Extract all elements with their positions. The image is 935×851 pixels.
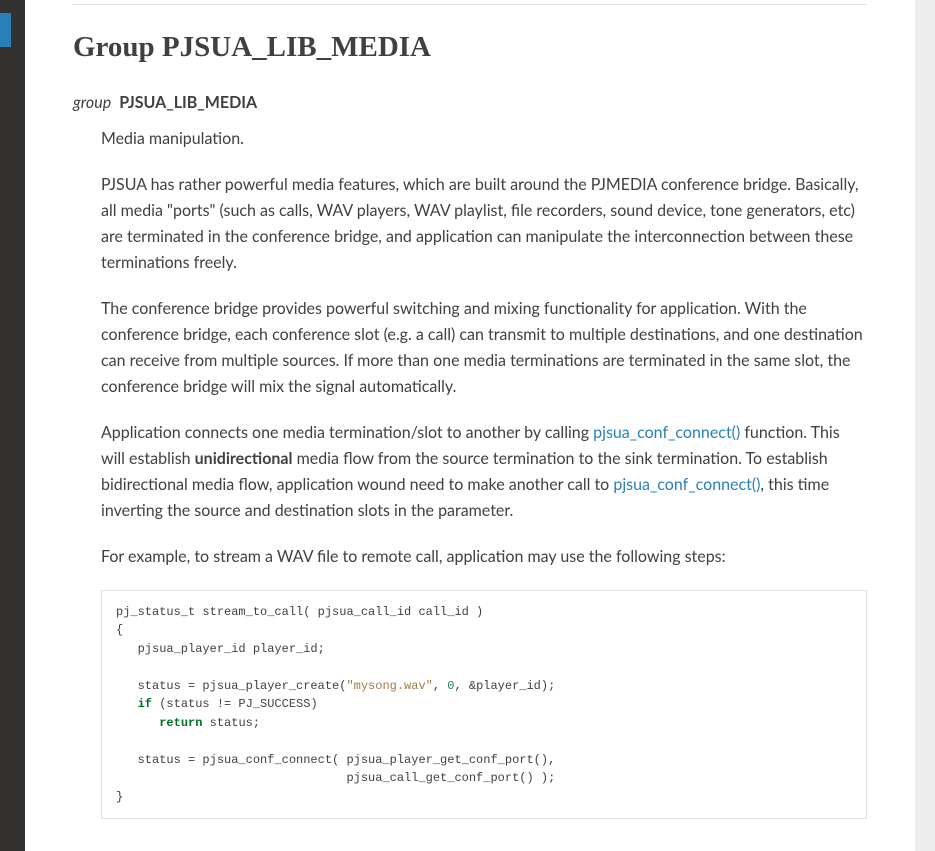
short-description: Media manipulation. [101,126,867,152]
code-line-5a: status = pjsua_player_create( [116,679,346,693]
code-block: pj_status_t stream_to_call( pjsua_call_i… [101,590,867,820]
paragraph-2: The conference bridge provides powerful … [101,296,867,400]
signature-keyword: group [73,93,111,112]
code-line-5c: , &player_id); [454,679,555,693]
code-line-11: } [116,790,123,804]
code-line-3: pjsua_player_id player_id; [116,642,325,656]
code-keyword-if: if [138,697,152,711]
main-content: Group PJSUA_LIB_MEDIA group PJSUA_LIB_ME… [25,0,915,819]
signature-name: PJSUA_LIB_MEDIA [119,93,257,112]
code-string-literal: "mysong.wav" [346,679,432,693]
page-title: Group PJSUA_LIB_MEDIA [73,29,867,67]
description-block: Media manipulation. PJSUA has rather pow… [73,126,867,820]
code-line-6b: (status != PJ_SUCCESS) [152,697,318,711]
code-line-9: status = pjsua_conf_connect( pjsua_playe… [116,753,555,767]
code-line-7b: status; [202,716,260,730]
code-line-2: { [116,623,123,637]
code-keyword-return: return [159,716,202,730]
paragraph-3-seg-a: Application connects one media terminati… [101,423,593,442]
paragraph-1: PJSUA has rather powerful media features… [101,172,867,276]
code-line-5b: , [433,679,447,693]
sidebar-active-marker [0,13,11,47]
paragraph-3-bold: unidirectional [195,449,293,468]
link-pjsua-conf-connect-2[interactable]: pjsua_conf_connect() [613,475,760,494]
sidebar-strip [0,0,25,851]
section-divider [73,4,867,5]
code-line-10: pjsua_call_get_conf_port() ); [116,771,555,785]
paragraph-4: For example, to stream a WAV file to rem… [101,544,867,570]
paragraph-3: Application connects one media terminati… [101,420,867,524]
code-line-1: pj_status_t stream_to_call( pjsua_call_i… [116,605,483,619]
code-line-6a [116,697,138,711]
right-background [915,0,935,851]
code-line-7a [116,716,159,730]
link-pjsua-conf-connect-1[interactable]: pjsua_conf_connect() [593,423,740,442]
group-signature: group PJSUA_LIB_MEDIA [73,93,867,112]
